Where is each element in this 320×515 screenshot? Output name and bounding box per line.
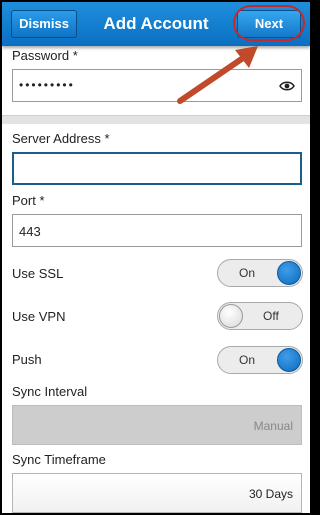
port-label: Port * xyxy=(12,193,45,208)
use-vpn-label: Use VPN xyxy=(12,309,66,324)
sync-timeframe-label: Sync Timeframe xyxy=(12,452,106,467)
password-value: ••••••••• xyxy=(19,78,75,92)
use-ssl-label: Use SSL xyxy=(12,266,64,281)
eye-icon[interactable] xyxy=(279,79,295,93)
dismiss-button[interactable]: Dismiss xyxy=(11,10,77,38)
sync-timeframe-value: 30 Days xyxy=(248,487,293,501)
use-ssl-state: On xyxy=(239,266,256,280)
sync-interval-dropdown[interactable]: Manual xyxy=(12,405,302,445)
title-bar: Dismiss Add Account Next xyxy=(2,2,310,46)
sync-timeframe-dropdown[interactable]: 30 Days xyxy=(12,473,302,513)
port-field[interactable]: 443 xyxy=(12,214,302,247)
sync-interval-label: Sync Interval xyxy=(12,384,88,399)
app-window: Dismiss Add Account Next Password * ••••… xyxy=(0,0,312,515)
push-toggle[interactable]: On xyxy=(217,346,303,374)
use-vpn-toggle[interactable]: Off xyxy=(217,302,303,330)
server-address-field[interactable] xyxy=(12,152,302,185)
next-button[interactable]: Next xyxy=(237,10,301,38)
push-state: On xyxy=(239,353,256,367)
page-title: Add Account xyxy=(103,14,209,33)
sync-interval-value: Manual xyxy=(253,419,293,433)
use-vpn-state: Off xyxy=(263,309,279,323)
server-address-label: Server Address * xyxy=(12,131,110,146)
push-label: Push xyxy=(12,352,42,367)
port-value: 443 xyxy=(19,224,41,239)
password-label: Password * xyxy=(12,48,78,63)
section-divider xyxy=(2,115,310,124)
toggle-knob xyxy=(277,348,301,372)
password-field[interactable]: ••••••••• xyxy=(12,69,302,102)
use-ssl-toggle[interactable]: On xyxy=(217,259,303,287)
toggle-knob xyxy=(219,304,243,328)
toggle-knob xyxy=(277,261,301,285)
